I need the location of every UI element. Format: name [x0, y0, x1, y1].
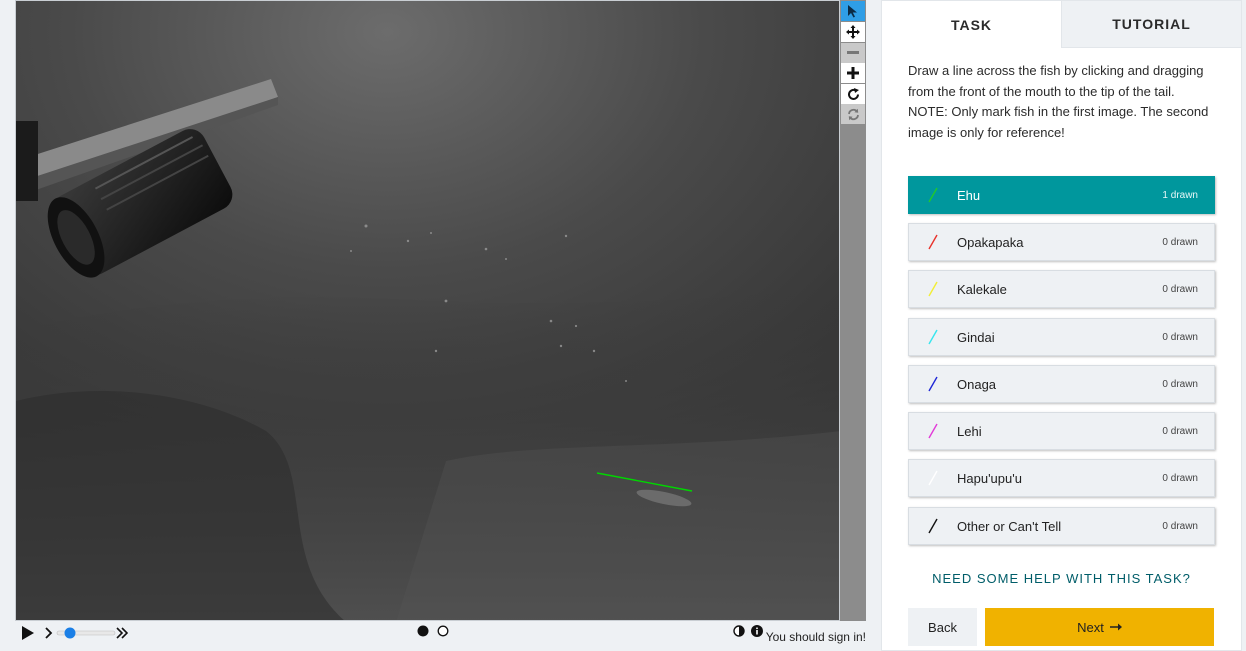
choice-lehi[interactable]: Lehi 0 drawn	[908, 412, 1215, 450]
step-forward-button[interactable]	[43, 625, 55, 641]
reset-icon	[847, 108, 859, 120]
panel-tabs: TASK TUTORIAL	[882, 1, 1241, 48]
line-tool-icon	[928, 423, 938, 439]
choice-count: 1 drawn	[1162, 189, 1198, 201]
choice-label: Gindai	[957, 329, 995, 345]
pointer-icon	[848, 5, 857, 18]
contrast-icon	[733, 625, 745, 637]
skip-forward-button[interactable]	[114, 625, 130, 641]
line-tool-icon	[928, 281, 938, 297]
filled-circle-icon	[417, 625, 429, 637]
choice-other[interactable]: Other or Can't Tell 0 drawn	[908, 507, 1215, 545]
choice-count: 0 drawn	[1162, 331, 1198, 343]
choice-gindai[interactable]: Gindai 0 drawn	[908, 318, 1215, 356]
zoom-in-icon	[847, 67, 859, 79]
choice-opakapaka[interactable]: Opakapaka 0 drawn	[908, 223, 1215, 261]
choice-onaga[interactable]: Onaga 0 drawn	[908, 365, 1215, 403]
help-link[interactable]: NEED SOME HELP WITH THIS TASK?	[882, 571, 1241, 586]
invert-colors-button[interactable]	[731, 623, 747, 639]
play-button[interactable]	[19, 623, 37, 643]
task-panel: TASK TUTORIAL Draw a line across the fis…	[881, 0, 1242, 651]
rotate-button[interactable]	[841, 84, 865, 104]
choice-label: Ehu	[957, 187, 981, 203]
choice-count: 0 drawn	[1162, 520, 1198, 532]
info-icon	[751, 625, 763, 637]
rotate-icon	[847, 87, 859, 100]
zoom-in-button[interactable]	[841, 63, 865, 83]
line-tool-icon	[928, 187, 938, 203]
move-icon	[846, 25, 860, 39]
pointer-tool-button[interactable]	[841, 1, 865, 21]
choice-kalekale[interactable]: Kalekale 0 drawn	[908, 270, 1215, 308]
line-tool-icon	[928, 376, 938, 392]
line-tool-icon	[928, 518, 938, 534]
choice-label: Other or Can't Tell	[957, 518, 1062, 534]
subject-image[interactable]	[15, 0, 840, 621]
frame-1-dot[interactable]	[416, 624, 430, 638]
underwater-photo	[16, 1, 839, 620]
chevron-right-icon	[45, 627, 53, 639]
frame-2-dot[interactable]	[436, 624, 450, 638]
choice-label: Opakapaka	[957, 234, 1024, 250]
choice-label: Lehi	[957, 423, 982, 439]
choice-count: 0 drawn	[1162, 283, 1198, 295]
metadata-button[interactable]	[749, 623, 765, 639]
choice-count: 0 drawn	[1162, 472, 1198, 484]
choice-label: Onaga	[957, 376, 997, 392]
zoom-out-button[interactable]	[841, 43, 865, 63]
tab-task[interactable]: TASK	[882, 1, 1061, 48]
move-tool-button[interactable]	[841, 22, 865, 42]
task-instructions: Draw a line across the fish by clicking …	[908, 61, 1218, 143]
playback-speed-slider[interactable]	[55, 623, 117, 643]
instruction-text: Draw a line across the fish by clicking …	[908, 63, 1204, 99]
back-button[interactable]: Back	[908, 608, 977, 646]
line-tool-icon	[928, 470, 938, 486]
arrow-right-icon	[1109, 623, 1122, 631]
next-button-label: Next	[1077, 619, 1104, 635]
line-tool-icon	[928, 329, 938, 345]
subject-viewer: You should sign in!	[15, 0, 866, 651]
slider-track	[56, 627, 116, 639]
choice-ehu[interactable]: Ehu 1 drawn	[908, 176, 1215, 214]
choice-label: Hapu'upu'u	[957, 470, 1022, 486]
choice-hapuupuu[interactable]: Hapu'upu'u 0 drawn	[908, 459, 1215, 497]
reset-view-button[interactable]	[841, 104, 865, 124]
choice-label: Kalekale	[957, 281, 1007, 297]
zoom-out-icon	[847, 51, 859, 54]
tab-tutorial[interactable]: TUTORIAL	[1061, 1, 1241, 48]
choice-count: 0 drawn	[1162, 378, 1198, 390]
choice-count: 0 drawn	[1162, 425, 1198, 437]
next-button[interactable]: Next	[985, 608, 1214, 646]
instruction-note: NOTE: Only mark fish in the first image.…	[908, 104, 1209, 140]
double-chevron-right-icon	[116, 627, 128, 639]
line-tool-icon	[928, 234, 938, 250]
viewer-toolbar	[840, 0, 866, 621]
frame-controls: You should sign in!	[15, 621, 866, 651]
empty-circle-icon	[437, 625, 449, 637]
play-icon	[22, 626, 34, 640]
signin-warning: You should sign in!	[765, 630, 866, 644]
choice-count: 0 drawn	[1162, 236, 1198, 248]
